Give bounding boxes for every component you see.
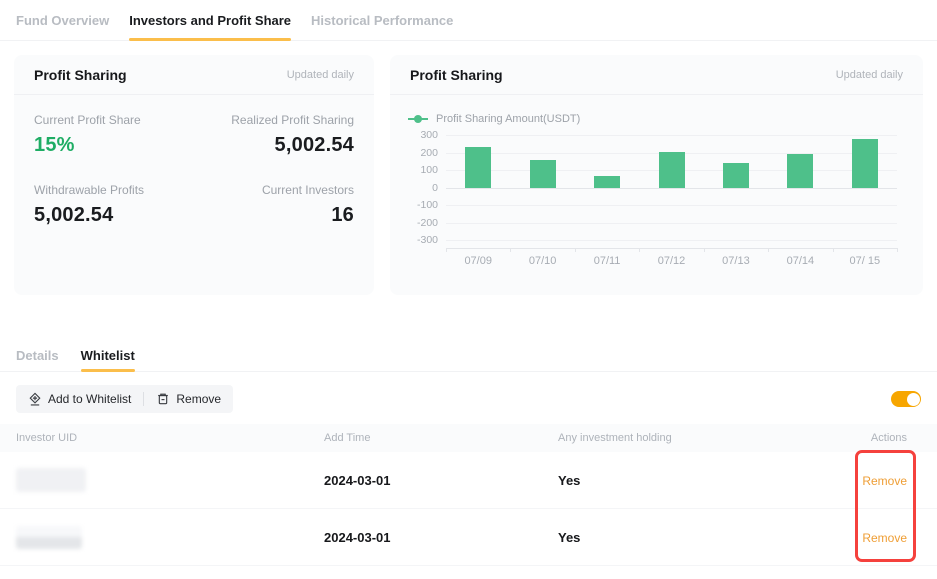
trash-icon	[156, 392, 170, 406]
chart-card-title: Profit Sharing	[410, 67, 503, 83]
x-axis-tick	[510, 248, 511, 252]
tab-historical-performance[interactable]: Historical Performance	[311, 0, 453, 40]
cell-holding: Yes	[558, 473, 827, 488]
whitelist-toolbar: Add to Whitelist Remove	[16, 385, 921, 413]
chart-bar	[465, 147, 491, 187]
legend-label: Profit Sharing Amount(USDT)	[436, 113, 580, 125]
col-investor-uid: Investor UID	[0, 432, 324, 444]
stat-label: Current Profit Share	[34, 113, 194, 127]
chart-bar	[659, 152, 685, 188]
chart-bar	[787, 154, 813, 187]
cell-add-time: 2024-03-01	[324, 473, 558, 488]
chart-body: Profit Sharing Amount(USDT) 300 200 100 0 -1…	[390, 95, 923, 279]
main-tabs: Fund Overview Investors and Profit Share…	[0, 0, 937, 41]
add-to-whitelist-icon	[28, 392, 42, 406]
table-row: 2024-03-01 Yes Remove	[0, 509, 937, 566]
gridline	[446, 240, 897, 241]
toggle-knob	[907, 393, 920, 406]
y-axis-label: 200	[408, 147, 438, 159]
cell-investor-uid	[0, 468, 324, 492]
x-axis-tick	[575, 248, 576, 252]
redacted-uid	[16, 526, 82, 549]
chart-bar	[852, 139, 878, 187]
x-axis-label: 07/10	[513, 255, 573, 267]
chart-updated-note: Updated daily	[836, 69, 903, 81]
toolbar-divider	[143, 392, 144, 406]
gridline	[446, 188, 897, 189]
redacted-uid	[16, 468, 86, 492]
x-axis-label: 07/14	[770, 255, 830, 267]
tab-whitelist[interactable]: Whitelist	[81, 340, 135, 371]
row-remove-link[interactable]: Remove	[862, 474, 907, 488]
x-axis-label: 07/11	[577, 255, 637, 267]
stat-current-investors: Current Investors 16	[194, 183, 354, 227]
chart-legend: Profit Sharing Amount(USDT)	[408, 113, 905, 125]
detail-tabs: Details Whitelist	[0, 340, 937, 372]
remove-button[interactable]: Remove	[156, 392, 221, 406]
x-axis-label: 07/12	[642, 255, 702, 267]
summary-stats: Current Profit Share 15% Realized Profit…	[14, 95, 374, 245]
y-axis-label: -100	[408, 199, 438, 211]
stat-value: 5,002.54	[34, 204, 194, 227]
remove-button-label: Remove	[176, 392, 221, 406]
y-axis-label: 0	[408, 182, 438, 194]
stat-withdrawable-profits: Withdrawable Profits 5,002.54	[34, 183, 194, 227]
cell-investor-uid	[0, 526, 324, 549]
whitelist-table: Investor UID Add Time Any investment hol…	[0, 424, 937, 566]
col-investment-holding: Any investment holding	[558, 432, 827, 444]
x-axis-line	[446, 248, 897, 249]
summary-card-header: Profit Sharing Updated daily	[14, 55, 374, 95]
gridline	[446, 205, 897, 206]
gridline	[446, 223, 897, 224]
tab-details[interactable]: Details	[16, 340, 59, 371]
table-row: 2024-03-01 Yes Remove	[0, 452, 937, 509]
x-axis-label: 07/ 15	[835, 255, 895, 267]
gridline	[446, 135, 897, 136]
chart-card-header: Profit Sharing Updated daily	[390, 55, 923, 95]
chart-bar	[594, 176, 620, 187]
y-axis-label: 100	[408, 164, 438, 176]
chart-bar	[723, 163, 749, 188]
x-axis-tick	[768, 248, 769, 252]
profit-sharing-summary-card: Profit Sharing Updated daily Current Pro…	[14, 55, 374, 295]
summary-card-title: Profit Sharing	[34, 67, 127, 83]
add-to-whitelist-label: Add to Whitelist	[48, 392, 131, 406]
stat-label: Current Investors	[194, 183, 354, 197]
add-to-whitelist-button[interactable]: Add to Whitelist	[28, 392, 131, 406]
stat-value: 15%	[34, 134, 194, 157]
y-axis-label: 300	[408, 129, 438, 141]
col-add-time: Add Time	[324, 432, 558, 444]
stat-current-profit-share: Current Profit Share 15%	[34, 113, 194, 157]
x-axis-tick	[639, 248, 640, 252]
x-axis-tick	[446, 248, 447, 252]
x-axis-tick	[704, 248, 705, 252]
row-remove-link[interactable]: Remove	[862, 531, 907, 545]
table-header: Investor UID Add Time Any investment hol…	[0, 424, 937, 452]
cell-add-time: 2024-03-01	[324, 530, 558, 545]
cell-holding: Yes	[558, 530, 827, 545]
y-axis-label: -300	[408, 234, 438, 246]
legend-marker-icon	[408, 115, 428, 123]
tab-fund-overview[interactable]: Fund Overview	[16, 0, 109, 40]
stat-value: 16	[194, 204, 354, 227]
chart-bar	[530, 160, 556, 187]
stat-label: Realized Profit Sharing	[194, 113, 354, 127]
x-axis-tick	[833, 248, 834, 252]
whitelist-toggle[interactable]	[891, 391, 921, 407]
toolbar-button-group: Add to Whitelist Remove	[16, 385, 233, 413]
profit-sharing-chart-card: Profit Sharing Updated daily Profit Shar…	[390, 55, 923, 295]
x-axis-label: 07/09	[448, 255, 508, 267]
profit-sharing-bar-chart: 300 200 100 0 -100 -200 -300 07/09 07/10 07/11 07/…	[408, 129, 905, 279]
tab-investors-profit-share[interactable]: Investors and Profit Share	[129, 0, 291, 40]
stat-label: Withdrawable Profits	[34, 183, 194, 197]
y-axis-label: -200	[408, 217, 438, 229]
col-actions: Actions	[827, 432, 937, 444]
x-axis-label: 07/13	[706, 255, 766, 267]
cards-row: Profit Sharing Updated daily Current Pro…	[14, 55, 923, 295]
summary-updated-note: Updated daily	[287, 69, 354, 81]
stat-value: 5,002.54	[194, 134, 354, 157]
x-axis-tick	[897, 248, 898, 252]
stat-realized-profit-sharing: Realized Profit Sharing 5,002.54	[194, 113, 354, 157]
